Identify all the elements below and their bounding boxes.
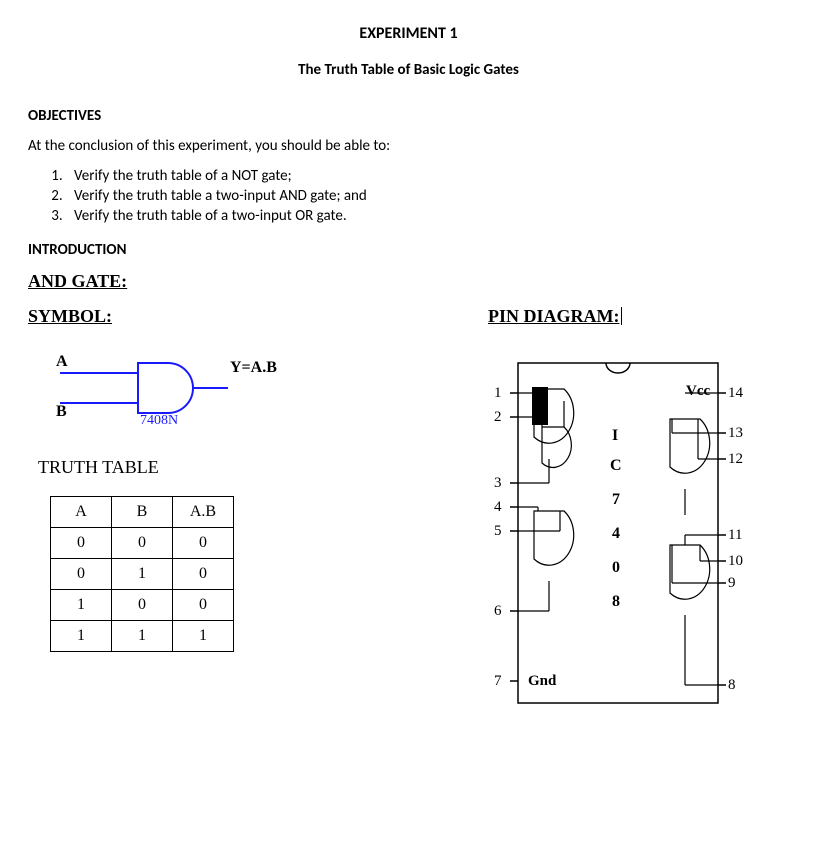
table-row: A B A.B	[51, 497, 234, 528]
pin-label: 1	[494, 385, 502, 402]
pin-diagram-heading: PIN DIAGRAM:	[488, 306, 619, 326]
pin-diagram: 1 2 3 4 5 6 7 14 13 12 11 10 9 8 Vcc Gnd…	[488, 355, 748, 715]
pin-label: 14	[728, 385, 743, 402]
th-b: B	[112, 497, 173, 528]
ic-center-char: 8	[612, 593, 620, 611]
ic-center-char: C	[610, 457, 622, 475]
pin-label: 3	[494, 475, 502, 492]
table-row: 1 1 1	[51, 621, 234, 652]
ic-center-char: 4	[612, 525, 620, 543]
list-item: Verify the truth table of a NOT gate;	[66, 167, 789, 185]
pin-label: 6	[494, 603, 502, 620]
th-ab: A.B	[173, 497, 234, 528]
vcc-label: Vcc	[686, 383, 710, 400]
page-title: EXPERIMENT 1	[28, 24, 789, 43]
pin-label: 5	[494, 523, 502, 540]
table-row: 1 0 0	[51, 590, 234, 621]
ic-center-char: 0	[612, 559, 620, 577]
and-gate-symbol: A B Y=A.B 7408N	[28, 351, 308, 441]
symbol-heading: SYMBOL:	[28, 306, 448, 327]
pin-label: 7	[494, 673, 502, 690]
ic-center-char: 7	[612, 491, 620, 509]
page-subtitle: The Truth Table of Basic Logic Gates	[28, 61, 789, 79]
text-cursor	[621, 307, 622, 325]
output-label: Y=A.B	[230, 359, 277, 377]
introduction-heading: INTRODUCTION	[28, 241, 789, 259]
pin-label: 12	[728, 451, 743, 468]
pin-label: 2	[494, 409, 502, 426]
pin-label: 8	[728, 677, 736, 694]
objectives-intro: At the conclusion of this experiment, yo…	[28, 137, 789, 155]
table-row: 0 1 0	[51, 559, 234, 590]
gate-heading: AND GATE:	[28, 271, 789, 292]
truth-table-heading: TRUTH TABLE	[38, 457, 448, 478]
pin-label: 11	[728, 527, 742, 544]
pin-label: 10	[728, 553, 743, 570]
chip-label: 7408N	[140, 413, 178, 429]
input-b-label: B	[56, 403, 67, 421]
ic-center-char: I	[612, 427, 618, 445]
list-item: Verify the truth table a two-input AND g…	[66, 187, 789, 205]
pin-label: 13	[728, 425, 743, 442]
objectives-list: Verify the truth table of a NOT gate; Ve…	[66, 167, 789, 225]
list-item: Verify the truth table of a two-input OR…	[66, 207, 789, 225]
table-row: 0 0 0	[51, 528, 234, 559]
input-a-label: A	[56, 353, 68, 371]
truth-table: A B A.B 0 0 0 0 1 0 1 0 0 1 1 1	[50, 496, 234, 652]
gnd-label: Gnd	[528, 673, 556, 690]
th-a: A	[51, 497, 112, 528]
objectives-heading: OBJECTIVES	[28, 107, 789, 125]
pin-label: 4	[494, 499, 502, 516]
pin-label: 9	[728, 575, 736, 592]
